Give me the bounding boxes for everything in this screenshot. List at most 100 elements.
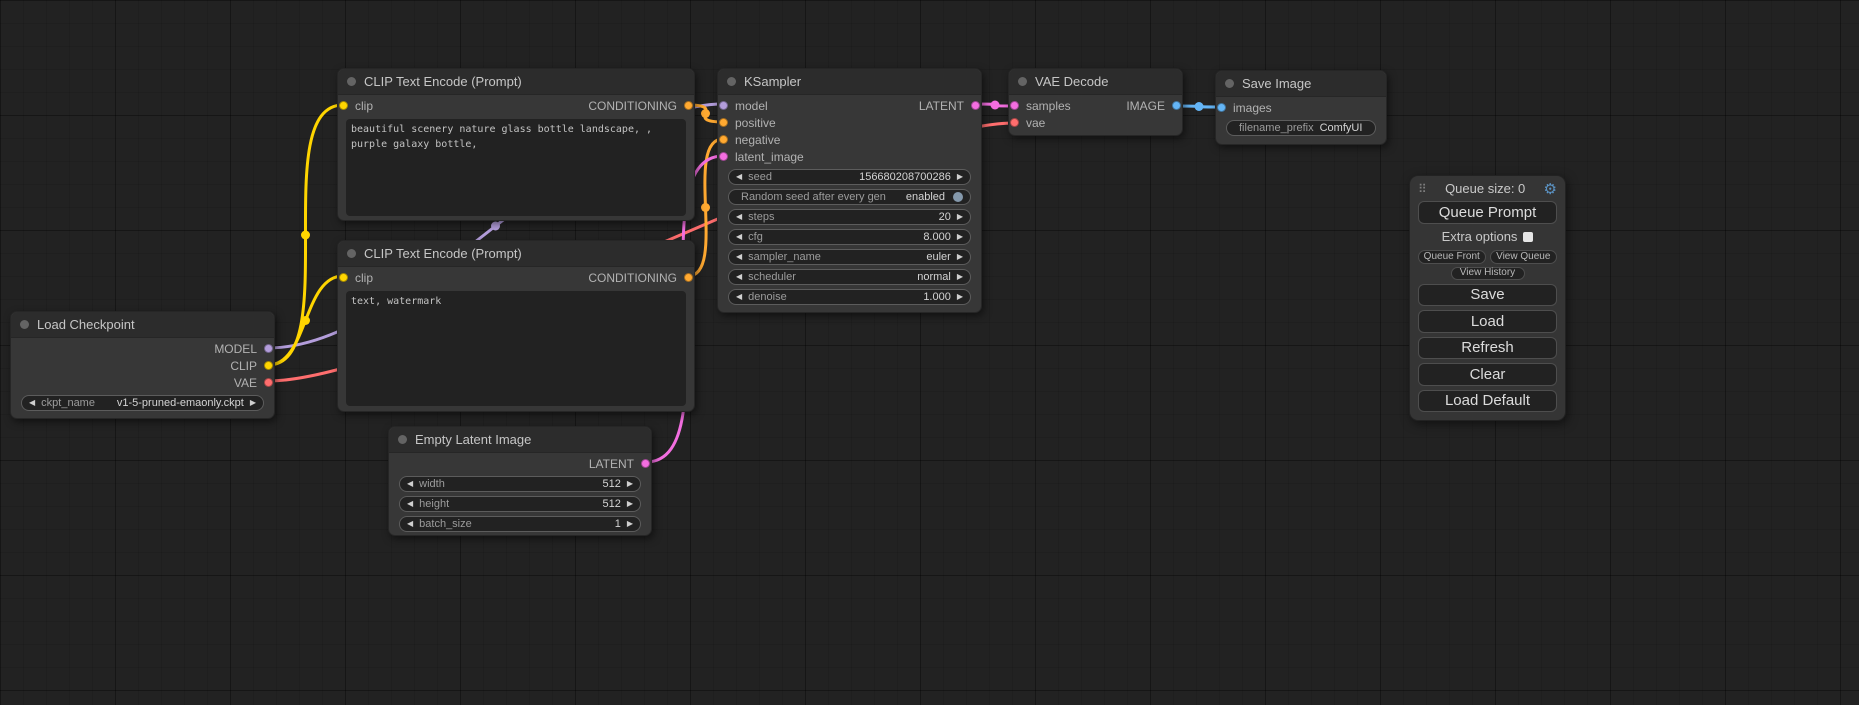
arrow-left-icon[interactable]: ◀	[29, 399, 35, 407]
node-load-checkpoint[interactable]: Load Checkpoint MODEL CLIP VAE	[10, 311, 275, 419]
output-dot-conditioning[interactable]	[684, 101, 693, 110]
node-title-bar[interactable]: CLIP Text Encode (Prompt)	[338, 241, 694, 267]
drag-handle-icon[interactable]: ⠿	[1418, 182, 1427, 196]
node-title-bar[interactable]: CLIP Text Encode (Prompt)	[338, 69, 694, 95]
slot-row: CLIP	[11, 357, 274, 374]
queue-front-button[interactable]: Queue Front	[1418, 250, 1486, 264]
input-dot-positive[interactable]	[719, 118, 728, 127]
view-queue-button[interactable]: View Queue	[1490, 250, 1558, 264]
widget-filename-prefix[interactable]: filename_prefix ComfyUI	[1226, 120, 1376, 136]
arrow-right-icon[interactable]: ▶	[627, 500, 633, 508]
input-dot-samples[interactable]	[1010, 101, 1019, 110]
node-title-bar[interactable]: Load Checkpoint	[11, 312, 274, 338]
input-dot-negative[interactable]	[719, 135, 728, 144]
widget-name: cfg	[748, 231, 763, 243]
widget-steps[interactable]: ◀ steps 20 ▶	[728, 209, 971, 225]
input-dot-model[interactable]	[719, 101, 728, 110]
node-empty-latent-image[interactable]: Empty Latent Image LATENT ◀ width 512 ▶ …	[388, 426, 652, 536]
slot-row: clip CONDITIONING	[338, 97, 694, 114]
output-dot-latent[interactable]	[641, 459, 650, 468]
positive-prompt-textarea[interactable]: beautiful scenery nature glass bottle la…	[346, 119, 686, 216]
input-dot-images[interactable]	[1217, 103, 1226, 112]
collapse-dot[interactable]	[20, 320, 29, 329]
arrow-right-icon[interactable]: ▶	[957, 293, 963, 301]
widget-value: v1-5-pruned-emaonly.ckpt	[117, 397, 244, 409]
arrow-left-icon[interactable]: ◀	[407, 500, 413, 508]
widget-random-seed-toggle[interactable]: Random seed after every gen enabled	[728, 189, 971, 205]
node-title-bar[interactable]: Empty Latent Image	[389, 427, 651, 453]
output-dot-model[interactable]	[264, 344, 273, 353]
widget-cfg[interactable]: ◀ cfg 8.000 ▶	[728, 229, 971, 245]
widget-name: ckpt_name	[41, 397, 95, 409]
arrow-left-icon[interactable]: ◀	[736, 293, 742, 301]
widget-sampler-name[interactable]: ◀ sampler_name euler ▶	[728, 249, 971, 265]
view-history-button[interactable]: View History	[1451, 267, 1525, 280]
input-label-latent-image: latent_image	[735, 150, 804, 164]
settings-gear-icon[interactable]: ⚙	[1544, 180, 1557, 198]
arrow-right-icon[interactable]: ▶	[250, 399, 256, 407]
output-dot-image[interactable]	[1172, 101, 1181, 110]
node-title: Empty Latent Image	[415, 432, 531, 447]
queue-panel: ⠿ Queue size: 0 ⚙ Queue Prompt Extra opt…	[1409, 175, 1566, 421]
arrow-left-icon[interactable]: ◀	[736, 173, 742, 181]
arrow-left-icon[interactable]: ◀	[736, 273, 742, 281]
extra-options-checkbox[interactable]	[1523, 232, 1533, 242]
load-default-button[interactable]: Load Default	[1418, 390, 1557, 413]
input-dot-clip[interactable]	[339, 273, 348, 282]
widget-ckpt-name[interactable]: ◀ ckpt_name v1-5-pruned-emaonly.ckpt ▶	[21, 395, 264, 411]
widget-height[interactable]: ◀ height 512 ▶	[399, 496, 641, 512]
collapse-dot[interactable]	[1018, 77, 1027, 86]
arrow-right-icon[interactable]: ▶	[957, 173, 963, 181]
clear-button[interactable]: Clear	[1418, 363, 1557, 386]
node-clip-text-encode-negative[interactable]: CLIP Text Encode (Prompt) clip CONDITION…	[337, 240, 695, 412]
arrow-left-icon[interactable]: ◀	[736, 213, 742, 221]
arrow-left-icon[interactable]: ◀	[407, 520, 413, 528]
node-title-bar[interactable]: KSampler	[718, 69, 981, 95]
widget-scheduler[interactable]: ◀ scheduler normal ▶	[728, 269, 971, 285]
arrow-left-icon[interactable]: ◀	[407, 480, 413, 488]
input-dot-latent-image[interactable]	[719, 152, 728, 161]
queue-prompt-button[interactable]: Queue Prompt	[1418, 201, 1557, 224]
input-label-vae: vae	[1026, 116, 1045, 130]
negative-prompt-textarea[interactable]: text, watermark	[346, 291, 686, 406]
toggle-knob[interactable]	[953, 192, 963, 202]
widget-value: euler	[926, 251, 950, 263]
arrow-left-icon[interactable]: ◀	[736, 253, 742, 261]
output-dot-clip[interactable]	[264, 361, 273, 370]
node-graph-canvas[interactable]: Load Checkpoint MODEL CLIP VAE	[0, 0, 1859, 705]
refresh-button[interactable]: Refresh	[1418, 337, 1557, 360]
node-vae-decode[interactable]: VAE Decode samples IMAGE vae	[1008, 68, 1183, 136]
arrow-right-icon[interactable]: ▶	[957, 233, 963, 241]
input-dot-clip[interactable]	[339, 101, 348, 110]
collapse-dot[interactable]	[347, 77, 356, 86]
input-dot-vae[interactable]	[1010, 118, 1019, 127]
arrow-right-icon[interactable]: ▶	[957, 253, 963, 261]
widget-value: ComfyUI	[1320, 122, 1363, 134]
save-button[interactable]: Save	[1418, 284, 1557, 307]
widget-width[interactable]: ◀ width 512 ▶	[399, 476, 641, 492]
widget-value: 8.000	[923, 231, 951, 243]
node-ksampler[interactable]: KSampler model LATENT positive	[717, 68, 982, 313]
slot-row: clip CONDITIONING	[338, 269, 694, 286]
arrow-right-icon[interactable]: ▶	[957, 213, 963, 221]
arrow-left-icon[interactable]: ◀	[736, 233, 742, 241]
node-save-image[interactable]: Save Image images filename_prefix ComfyU…	[1215, 70, 1387, 145]
arrow-right-icon[interactable]: ▶	[627, 520, 633, 528]
arrow-right-icon[interactable]: ▶	[627, 480, 633, 488]
collapse-dot[interactable]	[727, 77, 736, 86]
node-title-bar[interactable]: Save Image	[1216, 71, 1386, 97]
arrow-right-icon[interactable]: ▶	[957, 273, 963, 281]
widget-denoise[interactable]: ◀ denoise 1.000 ▶	[728, 289, 971, 305]
output-dot-latent[interactable]	[971, 101, 980, 110]
output-dot-vae[interactable]	[264, 378, 273, 387]
collapse-dot[interactable]	[1225, 79, 1234, 88]
widget-seed[interactable]: ◀ seed 156680208700286 ▶	[728, 169, 971, 185]
node-title-bar[interactable]: VAE Decode	[1009, 69, 1182, 95]
output-dot-conditioning[interactable]	[684, 273, 693, 282]
widget-batch-size[interactable]: ◀ batch_size 1 ▶	[399, 516, 641, 532]
load-button[interactable]: Load	[1418, 310, 1557, 333]
collapse-dot[interactable]	[347, 249, 356, 258]
collapse-dot[interactable]	[398, 435, 407, 444]
slot-row: MODEL	[11, 340, 274, 357]
node-clip-text-encode-positive[interactable]: CLIP Text Encode (Prompt) clip CONDITION…	[337, 68, 695, 221]
